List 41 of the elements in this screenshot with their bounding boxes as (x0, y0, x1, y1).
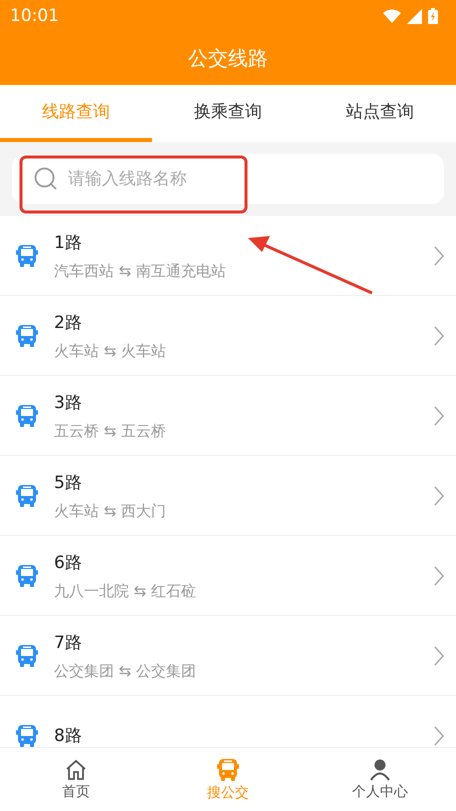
route-name: 5路 (54, 472, 83, 494)
route-name: 8路 (54, 725, 83, 747)
status-time: 10:01 (10, 6, 59, 26)
bus-icon (16, 404, 38, 428)
chevron-right-icon (434, 246, 444, 266)
search-icon (34, 167, 58, 191)
chevron-right-icon (434, 406, 444, 426)
wifi-icon (383, 9, 401, 23)
route-row[interactable]: 3路 五云桥 ⇆ 五云桥 (0, 376, 456, 456)
route-name: 1路 (54, 232, 83, 254)
route-name: 6路 (54, 552, 83, 574)
route-row[interactable]: 7路 公交集团 ⇆ 公交集团 (0, 616, 456, 696)
bus-icon (16, 484, 38, 508)
route-stops: 公交集团 ⇆ 公交集团 (54, 662, 198, 680)
route-row[interactable]: 5路 火车站 ⇆ 西大门 (0, 456, 456, 536)
route-stops: 九八一北院 ⇆ 红石砬 (54, 582, 198, 600)
route-name: 7路 (54, 632, 83, 654)
chevron-right-icon (434, 566, 444, 586)
route-stops: 火车站 ⇆ 火车站 (54, 342, 168, 360)
chevron-right-icon (434, 486, 444, 506)
route-stops: 汽车西站 ⇆ 南互通充电站 (54, 262, 228, 280)
bus-icon (16, 564, 38, 588)
person-icon (370, 758, 390, 780)
page-title: 公交线路 (188, 45, 268, 72)
search-field[interactable]: 请输入线路名称 (12, 154, 444, 204)
bus-icon (16, 644, 38, 668)
bus-icon (16, 324, 38, 348)
bus-icon (217, 758, 239, 782)
route-name: 3路 (54, 392, 83, 414)
route-row[interactable]: 2路 火车站 ⇆ 火车站 (0, 296, 456, 376)
bus-icon (16, 244, 38, 268)
battery-icon (428, 8, 438, 24)
route-stops: 五云桥 ⇆ 五云桥 (54, 422, 168, 440)
route-stops: 火车站 ⇆ 西大门 (54, 502, 168, 520)
chevron-right-icon (434, 326, 444, 346)
signal-icon (407, 8, 422, 24)
chevron-right-icon (434, 646, 444, 666)
home-icon (65, 758, 87, 780)
route-row[interactable]: 6路 九八一北院 ⇆ 红石砬 (0, 536, 456, 616)
chevron-right-icon (434, 726, 444, 746)
route-name: 2路 (54, 312, 83, 334)
